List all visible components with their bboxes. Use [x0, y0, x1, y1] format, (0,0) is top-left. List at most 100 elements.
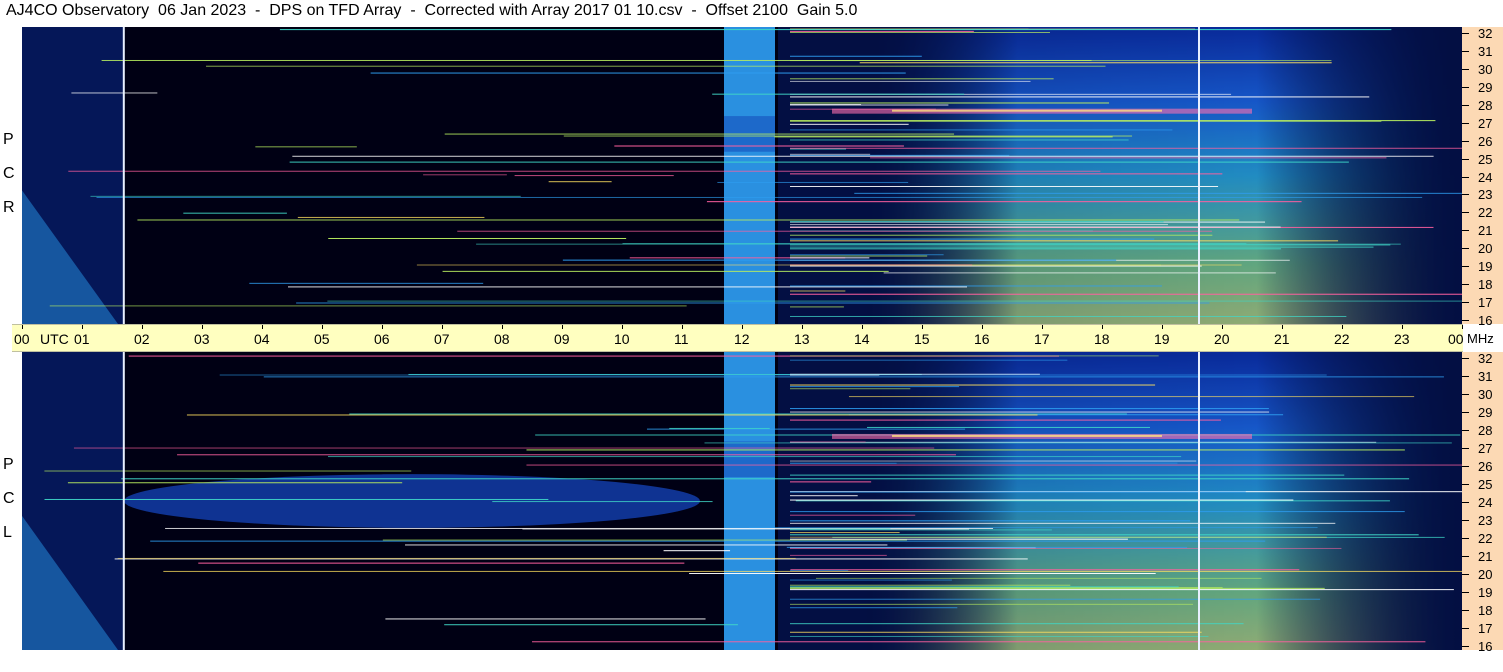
interference-line: [444, 624, 738, 626]
interference-line: [790, 80, 1031, 82]
lcp-spectrogram: [22, 352, 1462, 650]
freq-tick-label: 21: [1478, 223, 1493, 239]
freq-tick-label: 20: [1478, 567, 1493, 582]
interference-line: [790, 123, 909, 125]
rcp-frequency-axis: 32 31 30 29 28 27 26 25 24 23 22 21 20 19 18 17 16: [1462, 27, 1503, 327]
freq-tick-label: 25: [1478, 151, 1493, 167]
interference-line: [790, 499, 1294, 501]
interference-line: [548, 181, 612, 183]
interference-line: [476, 243, 1401, 245]
interference-line: [790, 139, 1129, 141]
interference-line: [416, 264, 1242, 266]
interference-line: [870, 157, 1387, 159]
interference-line: [790, 408, 1269, 410]
time-tick-label: 20: [1214, 331, 1230, 347]
marker-line-0140: [122, 27, 125, 324]
time-tick-mark: [22, 325, 23, 329]
freq-tick-mark: [1462, 104, 1469, 106]
interference-line: [790, 104, 862, 106]
freq-tick-label: 30: [1478, 387, 1493, 402]
interference-line: [815, 577, 1262, 579]
interference-line: [790, 388, 911, 390]
time-tick-mark: [1102, 325, 1103, 329]
freq-tick-mark: [1462, 484, 1469, 485]
interference-line: [790, 30, 974, 32]
interference-line: [854, 192, 1462, 194]
interference-line: [790, 623, 1244, 625]
interference-line: [790, 102, 1110, 104]
interference-line: [689, 573, 1156, 575]
freq-tick-label: 18: [1478, 277, 1493, 293]
interference-line: [219, 374, 1327, 376]
time-tick-label: 17: [1034, 331, 1050, 347]
interference-line: [790, 154, 1010, 156]
time-tick-mark: [862, 325, 863, 329]
time-tick-label: 16: [974, 331, 990, 347]
time-tick-label: 04: [254, 331, 270, 347]
night-band: [124, 474, 700, 528]
interference-line: [790, 598, 1321, 600]
time-tick-mark: [742, 325, 743, 329]
interference-line: [163, 570, 1462, 572]
interference-line: [790, 635, 1209, 637]
interference-line: [457, 230, 1212, 232]
freq-tick-mark: [1462, 50, 1469, 52]
time-tick-label: 22: [1334, 331, 1350, 347]
lcp-side-label: P C L: [0, 352, 20, 650]
freq-tick-mark: [1462, 412, 1469, 413]
interference-line: [296, 302, 1210, 304]
interference-line: [44, 498, 549, 500]
early-band: [22, 27, 124, 324]
freq-tick-mark: [1462, 266, 1469, 268]
interference-line: [790, 419, 1221, 421]
lcp-label-l: L: [3, 524, 12, 541]
interference-line: [790, 631, 1202, 633]
interference-line: [790, 55, 922, 57]
interference-line: [706, 201, 1302, 203]
freq-tick-label: 24: [1478, 495, 1493, 510]
interference-line: [790, 129, 1173, 131]
interference-line: [790, 411, 1270, 413]
freq-tick-mark: [1462, 358, 1469, 359]
calibration-bar: [724, 27, 775, 324]
time-tick-label: 15: [914, 331, 930, 347]
freq-tick-mark: [1462, 320, 1469, 321]
time-tick-label: 07: [434, 331, 450, 347]
interference-line: [790, 285, 1162, 287]
time-tick-label: 12: [734, 331, 750, 347]
interference-line: [859, 62, 1332, 64]
interference-line: [249, 282, 484, 284]
interference-line: [717, 181, 909, 183]
interference-line: [492, 501, 713, 503]
interference-line: [292, 155, 1434, 157]
interference-line: [562, 259, 1117, 261]
freq-tick-mark: [1462, 86, 1469, 88]
interference-line: [663, 550, 731, 552]
daytime-base: [778, 27, 1462, 324]
interference-line: [790, 589, 1454, 591]
interference-line: [790, 538, 1128, 540]
interference-line: [442, 270, 889, 272]
time-tick-mark: [142, 325, 143, 329]
interference-line: [790, 355, 1159, 357]
interference-line: [790, 246, 1374, 248]
lcp-spectrogram-svg: [22, 352, 1462, 650]
time-tick-label: 18: [1094, 331, 1110, 347]
time-tick-label: 09: [554, 331, 570, 347]
interference-line: [526, 464, 1462, 466]
freq-tick-mark: [1462, 140, 1469, 142]
interference-line: [790, 474, 1345, 476]
interference-line: [327, 456, 1182, 458]
hot-band-core: [892, 109, 1162, 112]
interference-line: [790, 290, 846, 292]
freq-tick-label: 30: [1478, 61, 1493, 77]
freq-tick-label: 31: [1478, 369, 1493, 384]
time-tick-label: 21: [1274, 331, 1290, 347]
interference-line: [68, 170, 1101, 172]
time-tick-mark: [382, 325, 383, 329]
time-tick-label: 08: [494, 331, 510, 347]
freq-tick-label: 19: [1478, 259, 1493, 275]
interference-line: [71, 92, 158, 94]
time-tick-label: 02: [134, 331, 150, 347]
freq-tick-label: 28: [1478, 97, 1493, 113]
